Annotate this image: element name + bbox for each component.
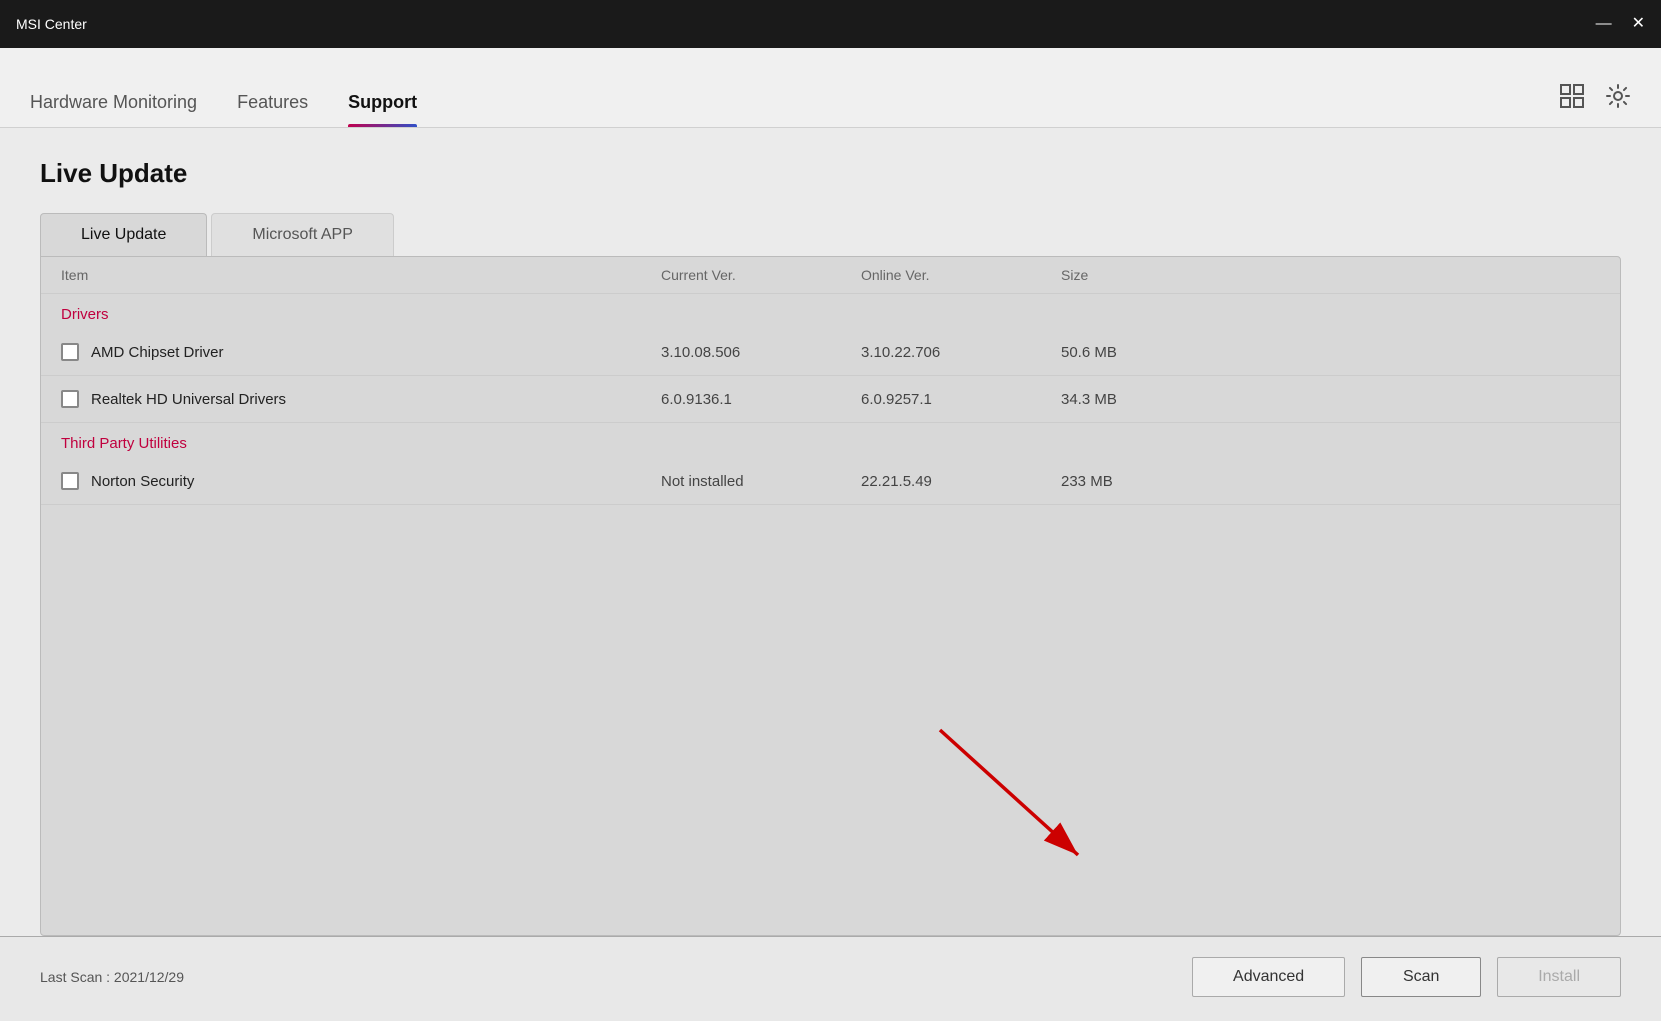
titlebar: MSI Center — ✕ bbox=[0, 0, 1661, 48]
row-name-realtek: Realtek HD Universal Drivers bbox=[91, 391, 286, 408]
row-name-amd: AMD Chipset Driver bbox=[91, 344, 224, 361]
bottom-bar: Last Scan : 2021/12/29 Advanced Scan Ins… bbox=[0, 936, 1661, 1016]
section-drivers: Drivers bbox=[41, 294, 1620, 329]
tab-features[interactable]: Features bbox=[237, 92, 308, 127]
settings-icon-button[interactable] bbox=[1605, 83, 1631, 115]
grid-icon bbox=[1559, 83, 1585, 109]
row-current-norton: Not installed bbox=[661, 473, 861, 490]
row-size-amd: 50.6 MB bbox=[1061, 344, 1261, 361]
last-scan-label: Last Scan : 2021/12/29 bbox=[40, 969, 184, 985]
checkbox-realtek[interactable] bbox=[61, 390, 79, 408]
nav-icons bbox=[1559, 83, 1631, 127]
tab-microsoft-app[interactable]: Microsoft APP bbox=[211, 213, 393, 256]
minimize-button[interactable]: — bbox=[1596, 16, 1612, 32]
row-online-norton: 22.21.5.49 bbox=[861, 473, 1061, 490]
main-content: Live Update Live Update Microsoft APP It… bbox=[0, 128, 1661, 936]
row-item-realtek: Realtek HD Universal Drivers bbox=[61, 390, 661, 408]
tab-support[interactable]: Support bbox=[348, 92, 417, 127]
table-row: AMD Chipset Driver 3.10.08.506 3.10.22.7… bbox=[41, 329, 1620, 376]
install-button[interactable]: Install bbox=[1497, 957, 1621, 997]
close-button[interactable]: ✕ bbox=[1632, 16, 1645, 32]
section-third-party: Third Party Utilities bbox=[41, 423, 1620, 458]
checkbox-norton[interactable] bbox=[61, 472, 79, 490]
row-item-amd: AMD Chipset Driver bbox=[61, 343, 661, 361]
row-size-norton: 233 MB bbox=[1061, 473, 1261, 490]
bottom-actions: Advanced Scan Install bbox=[1192, 957, 1621, 997]
table-row: Realtek HD Universal Drivers 6.0.9136.1 … bbox=[41, 376, 1620, 423]
table-body: Drivers AMD Chipset Driver 3.10.08.506 3… bbox=[41, 294, 1620, 935]
row-size-realtek: 34.3 MB bbox=[1061, 391, 1261, 408]
tab-live-update[interactable]: Live Update bbox=[40, 213, 207, 256]
col-size: Size bbox=[1061, 267, 1261, 283]
table-header: Item Current Ver. Online Ver. Size bbox=[41, 257, 1620, 294]
inner-tab-bar: Live Update Microsoft APP bbox=[40, 213, 1621, 256]
gear-icon bbox=[1605, 83, 1631, 109]
row-online-amd: 3.10.22.706 bbox=[861, 344, 1061, 361]
col-item: Item bbox=[61, 267, 661, 283]
nav-tabs: Hardware Monitoring Features Support bbox=[30, 92, 417, 127]
row-current-amd: 3.10.08.506 bbox=[661, 344, 861, 361]
row-name-norton: Norton Security bbox=[91, 473, 194, 490]
checkbox-amd[interactable] bbox=[61, 343, 79, 361]
page-title: Live Update bbox=[40, 158, 1621, 189]
row-current-realtek: 6.0.9136.1 bbox=[661, 391, 861, 408]
app-title: MSI Center bbox=[16, 16, 87, 32]
row-item-norton: Norton Security bbox=[61, 472, 661, 490]
advanced-button[interactable]: Advanced bbox=[1192, 957, 1345, 997]
update-table: Item Current Ver. Online Ver. Size Drive… bbox=[40, 256, 1621, 936]
grid-icon-button[interactable] bbox=[1559, 83, 1585, 115]
col-extra bbox=[1261, 267, 1600, 283]
navbar: Hardware Monitoring Features Support bbox=[0, 48, 1661, 128]
col-current-ver: Current Ver. bbox=[661, 267, 861, 283]
tab-hardware-monitoring[interactable]: Hardware Monitoring bbox=[30, 92, 197, 127]
scan-button[interactable]: Scan bbox=[1361, 957, 1481, 997]
window-controls: — ✕ bbox=[1596, 16, 1645, 32]
table-row: Norton Security Not installed 22.21.5.49… bbox=[41, 458, 1620, 505]
row-online-realtek: 6.0.9257.1 bbox=[861, 391, 1061, 408]
col-online-ver: Online Ver. bbox=[861, 267, 1061, 283]
